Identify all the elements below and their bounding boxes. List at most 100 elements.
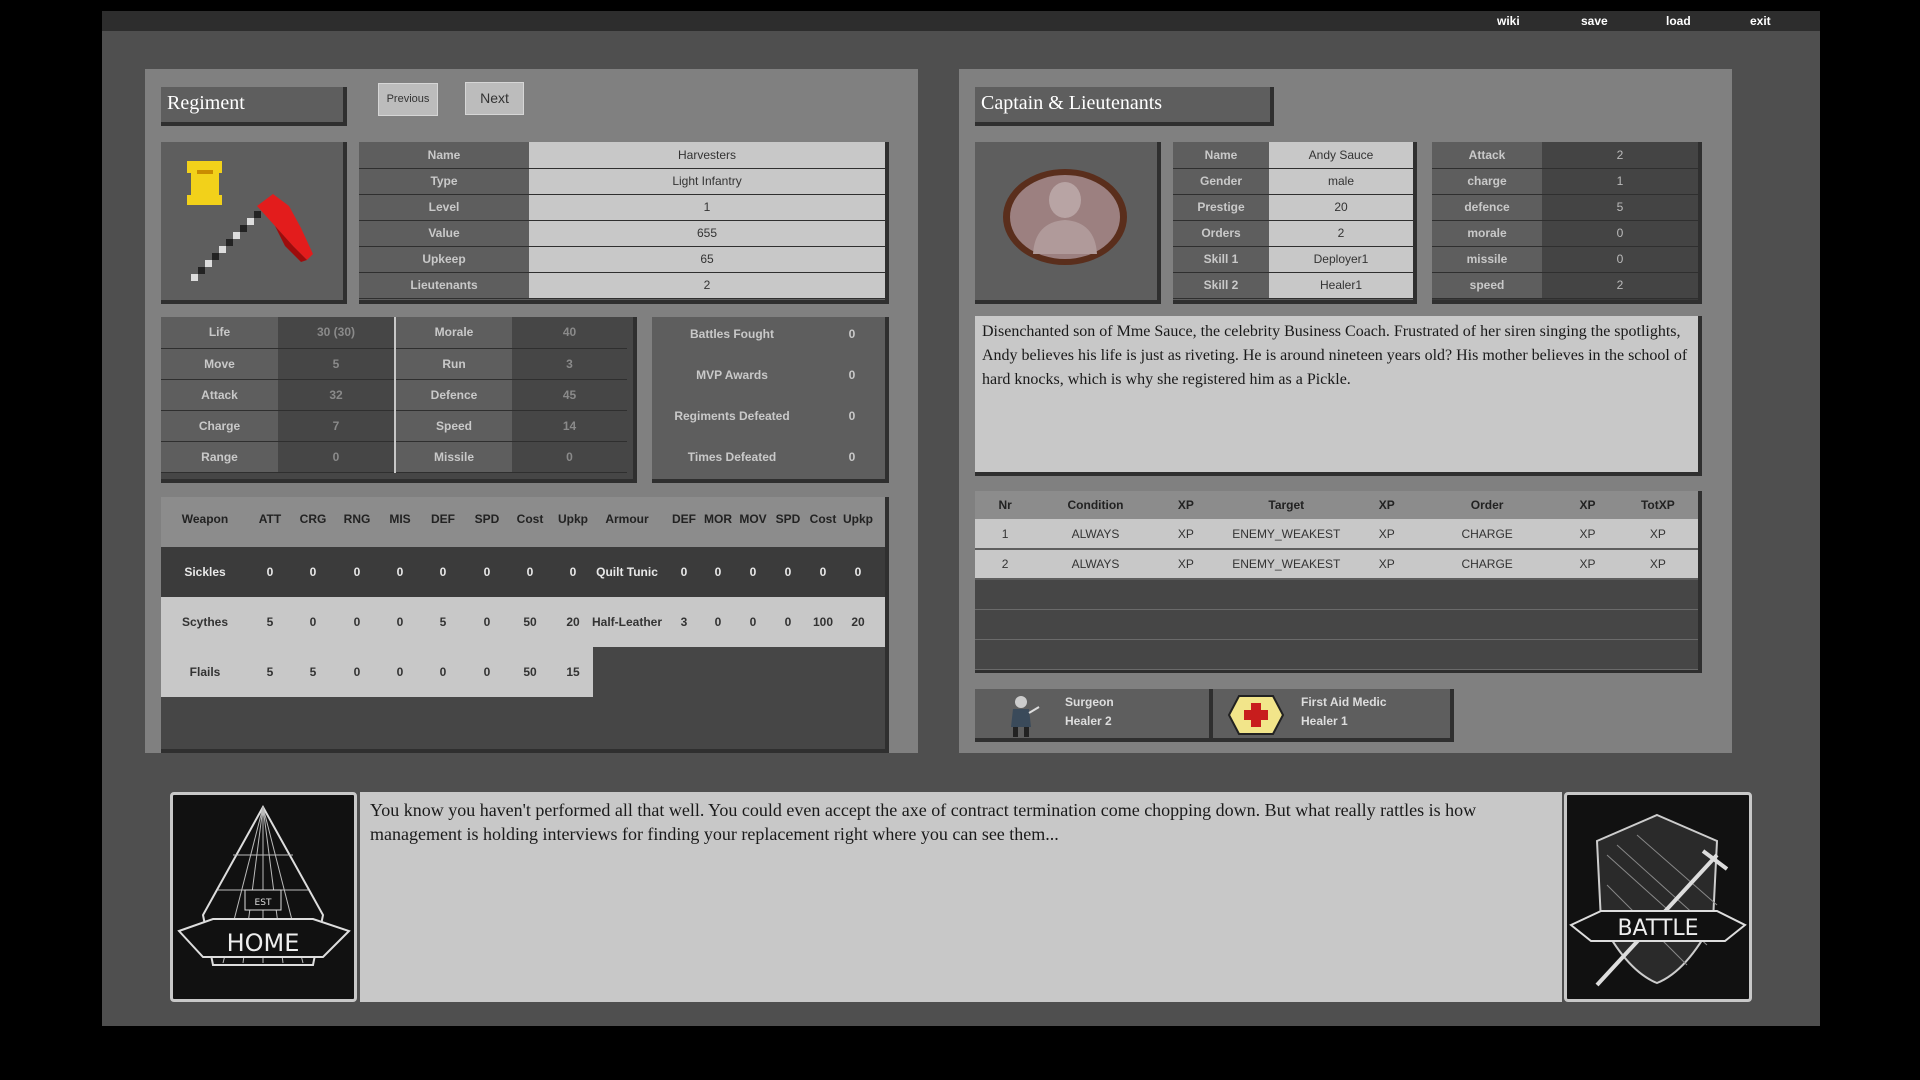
info-label: Upkeep: [359, 246, 529, 273]
captain-stat-row: speed 2: [1432, 272, 1698, 299]
weapon-header: Weapon: [181, 512, 229, 526]
info-label: Name: [359, 142, 529, 169]
stat-label: Missile: [395, 441, 512, 473]
orders-row[interactable]: 1 ALWAYS XP ENEMY_WEAKEST XP CHARGE XP XP: [975, 519, 1698, 549]
record-label: MVP Awards: [696, 368, 768, 382]
lieutenant-2-name: First Aid Medic: [1301, 695, 1387, 709]
armour-header: Upkp: [843, 512, 873, 526]
captain-info-row: Name Andy Sauce: [1173, 142, 1413, 169]
orders-empty-row: [975, 639, 1698, 669]
info-value: 2: [529, 272, 885, 299]
weapon-cell: 15: [566, 665, 580, 679]
game-window: wiki save load exit Regiment Previous Ne…: [102, 11, 1820, 1026]
home-button[interactable]: EST HOME: [170, 792, 357, 1002]
weapon-cell: Flails: [189, 665, 221, 679]
orders-cell: ENEMY_WEAKEST: [1232, 526, 1341, 541]
captain-stat-row: charge 1: [1432, 168, 1698, 195]
info-value: Harvesters: [529, 142, 885, 169]
captain-portrait: [975, 142, 1161, 304]
stat-value: 0: [1542, 220, 1698, 247]
tent-icon: EST HOME: [177, 804, 351, 966]
captain-info-row: Skill 1 Deployer1: [1173, 246, 1413, 273]
captain-stat-row: defence 5: [1432, 194, 1698, 221]
orders-row[interactable]: 2 ALWAYS XP ENEMY_WEAKEST XP CHARGE XP XP: [975, 549, 1698, 579]
record-row: Regiments Defeated 0: [652, 407, 885, 427]
exit-button[interactable]: exit: [1750, 14, 1771, 28]
battle-button[interactable]: BATTLE: [1564, 792, 1752, 1002]
first-aid-icon: [1227, 695, 1285, 735]
regiment-panel: Regiment Previous Next Name Harvesters Typ…: [145, 69, 918, 753]
orders-cell: 1: [1001, 526, 1009, 541]
orders-cell: XP: [1649, 526, 1666, 541]
orders-cell: XP: [1177, 557, 1194, 571]
info-value: 65: [529, 246, 885, 273]
stat-label: Range: [161, 441, 278, 473]
orders-cell: CHARGE: [1461, 557, 1513, 571]
orders-header: Order: [1470, 498, 1504, 512]
lieutenant-card-2[interactable]: First Aid Medic Healer 1: [1213, 689, 1454, 742]
info-label: Level: [359, 194, 529, 221]
sickle-icon: [187, 161, 313, 281]
regiment-portrait: [161, 142, 347, 304]
regiment-info-box: Name Harvesters Type Light Infantry Level 1 Va…: [359, 142, 889, 304]
previous-button[interactable]: Previous: [378, 83, 438, 116]
stat-value: 7: [278, 410, 396, 442]
captain-info-row: Prestige 20: [1173, 194, 1413, 221]
stat-value: 2: [1542, 142, 1698, 169]
stat-label: Attack: [1432, 142, 1542, 169]
stat-value: 32: [278, 379, 396, 411]
info-label: Name: [1173, 142, 1269, 169]
info-label: Skill 2: [1173, 272, 1269, 299]
armour-header: Armour: [605, 512, 649, 526]
home-label: HOME: [227, 929, 300, 957]
captain-stats-box: Attack 2 charge 1 defence 5 morale 0 missile 0 spe…: [1432, 142, 1702, 304]
next-button[interactable]: Next: [465, 82, 524, 115]
orders-cell: XP: [1579, 557, 1596, 571]
orders-cell: ALWAYS: [1071, 526, 1120, 541]
captain-info-row: Skill 2 Healer1: [1173, 272, 1413, 299]
stat-label: Run: [395, 348, 512, 380]
captain-bio: Disenchanted son of Mme Sauce, the celeb…: [975, 316, 1702, 476]
stat-row: Move 5 Run 3: [161, 348, 627, 380]
stat-value: 3: [512, 348, 627, 380]
regiment-info-row: Value 655: [359, 220, 885, 247]
stat-label: Attack: [161, 379, 278, 411]
stat-value: 40: [512, 317, 627, 349]
captain-stat-row: Attack 2: [1432, 142, 1698, 169]
info-value: Healer1: [1269, 272, 1413, 299]
orders-header-row: Nr Condition XP Target XP Order XP TotXP: [975, 491, 1698, 519]
equipment-box: Weapon ATT CRG RNG MIS DEF SPD Cost Upkp Armour DE…: [161, 497, 889, 753]
stat-value: 14: [512, 410, 627, 442]
orders-cell: XP: [1378, 557, 1395, 571]
info-label: Gender: [1173, 168, 1269, 195]
info-value: 1: [529, 194, 885, 221]
orders-header: TotXP: [1640, 498, 1675, 512]
armour-cell: 20: [851, 615, 865, 629]
event-message: You know you haven't performed all that …: [360, 792, 1562, 1002]
wiki-button[interactable]: wiki: [1497, 14, 1520, 28]
stat-label: Morale: [395, 317, 512, 349]
orders-header: XP: [1378, 498, 1395, 512]
info-value: male: [1269, 168, 1413, 195]
stat-label: Life: [161, 317, 278, 349]
info-label: Orders: [1173, 220, 1269, 247]
load-button[interactable]: load: [1666, 14, 1691, 28]
lieutenant-card-1[interactable]: Surgeon Healer 2: [975, 689, 1213, 742]
stat-label: Move: [161, 348, 278, 380]
orders-cell: 2: [1001, 557, 1009, 571]
orders-header: Condition: [1067, 498, 1124, 512]
armour-cell: 0: [854, 565, 862, 579]
record-row: MVP Awards 0: [652, 366, 885, 386]
record-row: Battles Fought 0: [652, 325, 885, 345]
orders-cell: ALWAYS: [1071, 557, 1120, 571]
info-label: Value: [359, 220, 529, 247]
stat-value: 30 (30): [278, 317, 396, 349]
top-menu-bar: wiki save load exit: [102, 11, 1820, 31]
weapon-cell: Sickles: [184, 565, 226, 579]
regiment-stats-table: Life 30 (30) Morale 40 Move 5 Run 3 Attack 32 Defe…: [161, 317, 627, 473]
stat-label: charge: [1432, 168, 1542, 195]
stat-row: Life 30 (30) Morale 40: [161, 317, 627, 349]
stat-value: 0: [278, 441, 396, 473]
save-button[interactable]: save: [1581, 14, 1608, 28]
record-value: 0: [848, 368, 856, 382]
